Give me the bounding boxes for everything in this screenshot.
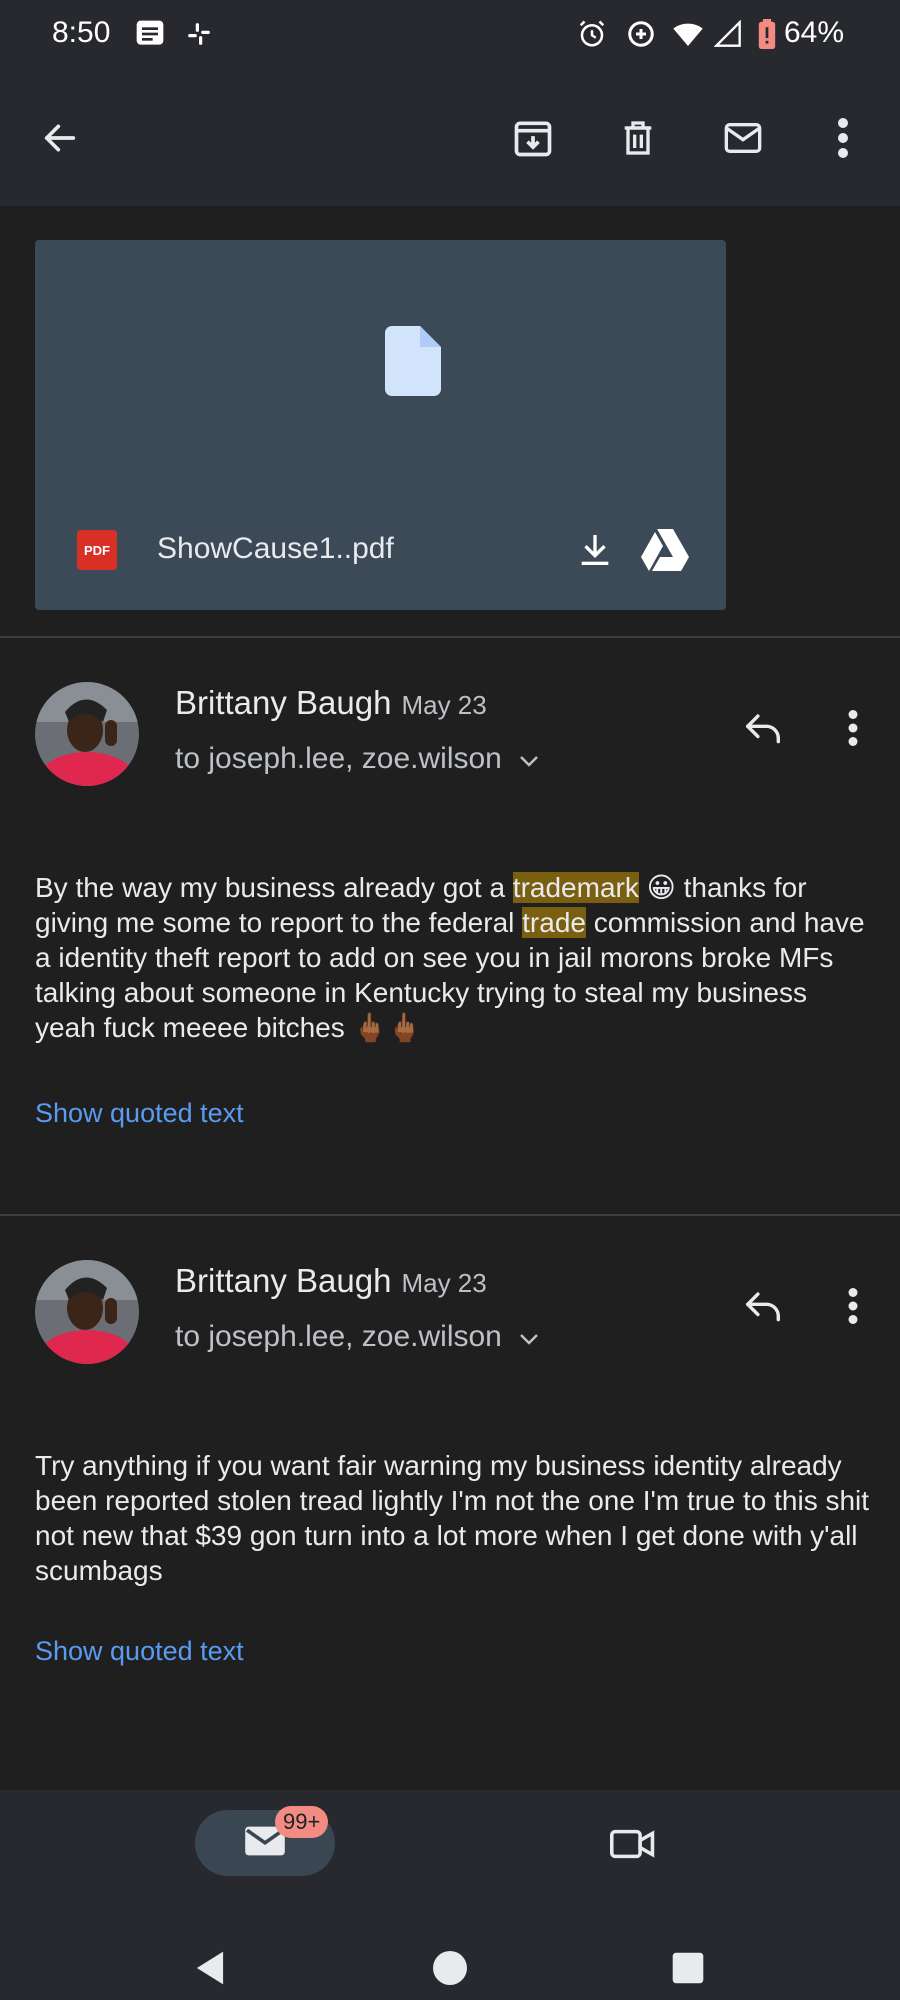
chevron-down-icon	[518, 1320, 540, 1354]
attachment-filename: ShowCause1..pdf	[157, 532, 394, 565]
search-highlight: trade	[522, 907, 586, 938]
chevron-down-icon	[518, 742, 540, 776]
avatar[interactable]	[35, 682, 139, 786]
message-date: May 23	[401, 690, 487, 720]
battery-icon	[758, 18, 776, 50]
attachment-card[interactable]: PDF ShowCause1..pdf	[35, 240, 726, 610]
sender-name: Brittany Baugh	[175, 684, 392, 721]
body-text: By the way my business already got a	[35, 872, 513, 903]
mark-unread-icon[interactable]	[715, 110, 771, 166]
status-time: 8:50	[52, 16, 111, 49]
recipients-toggle[interactable]: to joseph.lee, zoe.wilson	[175, 1320, 540, 1354]
system-home-icon[interactable]	[420, 1938, 480, 1998]
file-icon	[385, 326, 441, 401]
recipients: to joseph.lee, zoe.wilson	[175, 742, 502, 775]
status-bar: 8:50 64%	[0, 0, 900, 70]
download-icon[interactable]	[567, 522, 623, 578]
slack-icon	[186, 18, 212, 50]
message-body: Try anything if you want fair warning my…	[35, 1450, 870, 1586]
reply-icon[interactable]	[735, 700, 791, 756]
more-vert-icon[interactable]	[825, 700, 881, 756]
reply-icon[interactable]	[735, 1278, 791, 1334]
delete-icon[interactable]	[610, 110, 666, 166]
unread-count-badge: 99+	[275, 1806, 329, 1838]
divider	[0, 636, 900, 638]
back-arrow-icon[interactable]	[32, 110, 88, 166]
avatar[interactable]	[35, 1260, 139, 1364]
more-vert-icon[interactable]	[815, 110, 871, 166]
system-back-icon[interactable]	[180, 1938, 240, 1998]
divider	[0, 1214, 900, 1216]
google-drive-icon[interactable]	[637, 522, 693, 578]
bottom-navigation: 99+	[0, 1790, 900, 2000]
battery-percent: 64%	[783, 16, 844, 49]
message-body: By the way my business already got a tra…	[35, 870, 870, 1045]
message-date: May 23	[401, 1268, 487, 1298]
recipients: to joseph.lee, zoe.wilson	[175, 1320, 502, 1353]
recipients-toggle[interactable]: to joseph.lee, zoe.wilson	[175, 742, 540, 776]
archive-icon[interactable]	[505, 110, 561, 166]
search-highlight: trademark	[512, 872, 639, 903]
sender-name: Brittany Baugh	[175, 1262, 392, 1299]
show-quoted-text-link[interactable]: Show quoted text	[35, 1636, 244, 1667]
signal-icon	[714, 18, 742, 50]
app-bar	[0, 70, 900, 206]
video-icon[interactable]	[605, 1816, 661, 1872]
data-saver-icon	[626, 18, 656, 50]
system-recents-icon[interactable]	[658, 1938, 718, 1998]
alarm-icon	[577, 18, 607, 50]
more-vert-icon[interactable]	[825, 1278, 881, 1334]
message-icon	[134, 18, 166, 50]
pdf-badge: PDF	[77, 530, 117, 570]
show-quoted-text-link[interactable]: Show quoted text	[35, 1098, 244, 1129]
wifi-icon	[672, 18, 704, 50]
